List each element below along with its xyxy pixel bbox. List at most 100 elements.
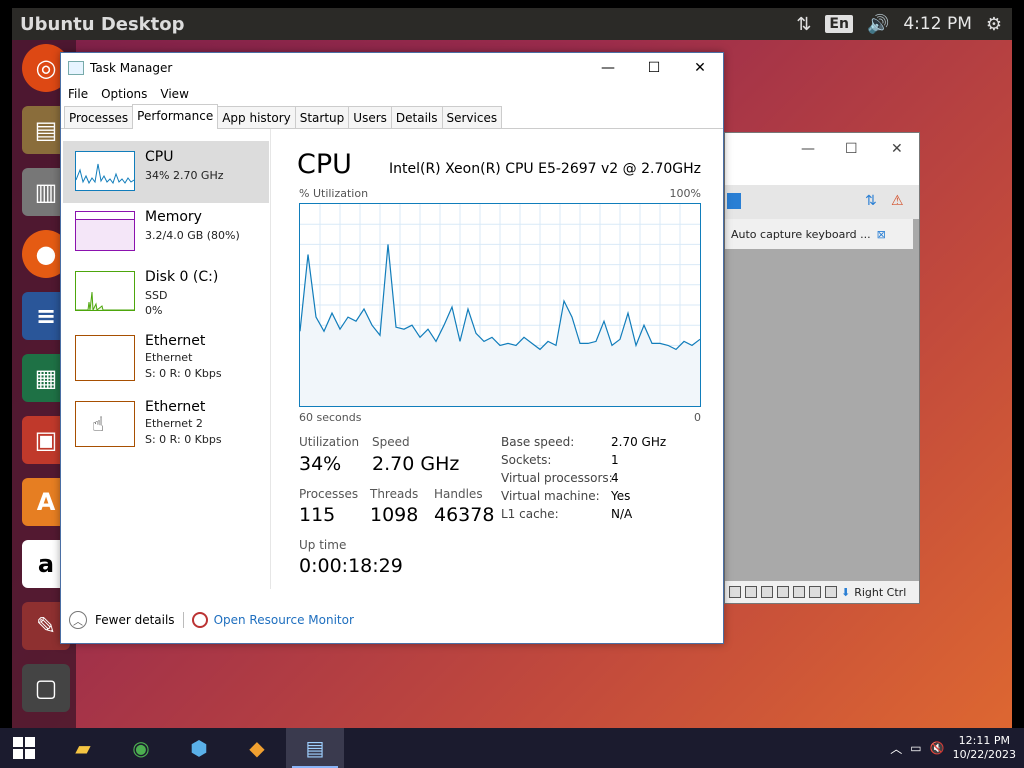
task-manager-footer: ︿ Fewer details Open Resource Monitor bbox=[61, 597, 723, 643]
resource-name-memory: Memory bbox=[145, 209, 202, 225]
l1-cache-value: N/A bbox=[611, 507, 633, 521]
windows-taskbar: ▰ ◉ ⬢ ◆ ▤ ︿ ▭ 🔇 12:11 PM 10/22/2023 bbox=[0, 728, 1024, 768]
ethernet-mini-graph bbox=[75, 335, 135, 381]
l1-cache-label: L1 cache: bbox=[501, 507, 559, 521]
virtual-machine-label: Virtual machine: bbox=[501, 489, 600, 503]
speed-label: Speed bbox=[372, 435, 410, 449]
menu-options[interactable]: Options bbox=[101, 87, 147, 101]
fewer-details-link[interactable]: Fewer details bbox=[95, 613, 175, 627]
tray-overflow-icon[interactable]: ︿ bbox=[890, 740, 902, 757]
vbox-host-key-icon: ⬇ bbox=[841, 585, 851, 599]
virtualbox-window[interactable]: — ☐ ✕ ⇅ ⚠ Auto capture keyboard ... ⊠ ⬇ … bbox=[724, 132, 920, 604]
resource-sub-disk-type: SSD bbox=[145, 289, 168, 302]
tab-startup[interactable]: Startup bbox=[294, 106, 350, 128]
virtualbox-icon[interactable]: ⬢ bbox=[170, 728, 228, 768]
app-64-icon[interactable]: ◆ bbox=[228, 728, 286, 768]
maximize-button[interactable]: ☐ bbox=[631, 53, 677, 83]
resource-sub-ethernet-2-rate: S: 0 R: 0 Kbps bbox=[145, 433, 222, 446]
resource-item-ethernet[interactable]: Ethernet Ethernet S: 0 R: 0 Kbps bbox=[63, 327, 269, 389]
vbox-toolbar: ⇅ ⚠ bbox=[725, 185, 919, 219]
resource-monitor-icon[interactable] bbox=[191, 612, 208, 628]
tab-details[interactable]: Details bbox=[390, 106, 443, 128]
vbox-recording-icon[interactable] bbox=[825, 586, 837, 598]
base-speed-value: 2.70 GHz bbox=[611, 435, 667, 449]
vbox-notification-text: Auto capture keyboard ... bbox=[731, 227, 871, 241]
file-explorer-icon[interactable]: ▰ bbox=[54, 728, 112, 768]
resource-sub-memory: 3.2/4.0 GB (80%) bbox=[145, 229, 240, 242]
network-arrows-icon[interactable]: ⇅ bbox=[796, 14, 811, 35]
utilization-label: Utilization bbox=[299, 435, 360, 449]
utilization-max-label: 100% bbox=[669, 187, 701, 200]
resource-sub-cpu: 34% 2.70 GHz bbox=[145, 169, 224, 182]
tab-users[interactable]: Users bbox=[348, 106, 392, 128]
uptime-value: 0:00:18:29 bbox=[299, 555, 403, 577]
taskbar-date: 10/22/2023 bbox=[952, 748, 1016, 761]
settings-gear-icon[interactable]: ⚙ bbox=[986, 14, 1002, 35]
task-manager-window[interactable]: Task Manager — ☐ ✕ File Options View Pro… bbox=[60, 52, 724, 644]
footer-divider bbox=[182, 612, 184, 628]
virtual-processors-label: Virtual processors: bbox=[501, 471, 613, 485]
resource-item-memory[interactable]: Memory 3.2/4.0 GB (80%) bbox=[63, 201, 269, 263]
cpu-utilization-graph bbox=[299, 203, 701, 407]
tab-processes[interactable]: Processes bbox=[64, 106, 134, 128]
resource-item-ethernet-2[interactable]: ☝ Ethernet Ethernet 2 S: 0 R: 0 Kbps bbox=[63, 393, 269, 455]
ubuntu-top-panel: Ubuntu Desktop ⇅ En 🔊 4:12 PM ⚙ bbox=[12, 8, 1012, 40]
sockets-label: Sockets: bbox=[501, 453, 552, 467]
language-indicator[interactable]: En bbox=[825, 15, 853, 33]
minimize-button[interactable]: — bbox=[585, 53, 631, 83]
threads-value: 1098 bbox=[370, 504, 419, 526]
taskbar-clock[interactable]: 12:11 PM 10/22/2023 bbox=[953, 734, 1016, 762]
resource-sub-ethernet-2-adapter: Ethernet 2 bbox=[145, 417, 203, 430]
vbox-notification-dismiss-icon[interactable]: ⊠ bbox=[877, 228, 886, 241]
vbox-close-button[interactable]: ✕ bbox=[891, 141, 903, 157]
task-manager-titlebar[interactable]: Task Manager — ☐ ✕ bbox=[61, 53, 723, 83]
start-button[interactable] bbox=[0, 728, 48, 768]
speed-value: 2.70 GHz bbox=[372, 453, 460, 475]
vbox-info-icon[interactable] bbox=[727, 193, 741, 209]
vbox-display-icon[interactable] bbox=[809, 586, 821, 598]
vbox-maximize-button[interactable]: ☐ bbox=[845, 141, 858, 157]
resource-item-cpu[interactable]: CPU 34% 2.70 GHz bbox=[63, 141, 269, 203]
tray-volume-muted-icon[interactable]: 🔇 bbox=[930, 741, 945, 755]
tab-performance[interactable]: Performance bbox=[132, 104, 219, 129]
resource-sub-ethernet-adapter: Ethernet bbox=[145, 351, 193, 364]
vbox-storage-icon[interactable] bbox=[729, 586, 741, 598]
vbox-minimize-button[interactable]: — bbox=[801, 141, 815, 157]
processes-value: 115 bbox=[299, 504, 336, 526]
disk-mini-graph bbox=[75, 271, 135, 312]
resource-sub-ethernet-rate: S: 0 R: 0 Kbps bbox=[145, 367, 222, 380]
cpu-heading: CPU bbox=[297, 149, 352, 180]
vbox-network-icon[interactable] bbox=[761, 586, 773, 598]
close-button[interactable]: ✕ bbox=[677, 53, 723, 83]
vbox-warning-icon[interactable]: ⚠ bbox=[891, 193, 904, 209]
tab-services[interactable]: Services bbox=[441, 106, 503, 128]
time-range-label: 60 seconds bbox=[299, 411, 362, 424]
desktop-title: Ubuntu Desktop bbox=[20, 13, 185, 35]
vbox-optical-icon[interactable] bbox=[745, 586, 757, 598]
vbox-notification: Auto capture keyboard ... ⊠ bbox=[725, 219, 913, 249]
trash-icon[interactable]: ▢ bbox=[22, 664, 70, 712]
resource-item-disk[interactable]: Disk 0 (C:) SSD 0% bbox=[63, 261, 269, 323]
volume-icon[interactable]: 🔊 bbox=[867, 14, 889, 35]
task-manager-taskbar-icon[interactable]: ▤ bbox=[286, 728, 344, 768]
top-panel-clock[interactable]: 4:12 PM bbox=[903, 14, 972, 34]
open-resource-monitor-link[interactable]: Open Resource Monitor bbox=[214, 613, 354, 627]
menu-view[interactable]: View bbox=[160, 87, 188, 101]
uptime-label: Up time bbox=[299, 538, 347, 552]
menu-file[interactable]: File bbox=[68, 87, 88, 101]
resource-name-cpu: CPU bbox=[145, 149, 174, 165]
memory-mini-graph bbox=[75, 211, 135, 251]
vbox-toggle-icon[interactable]: ⇅ bbox=[865, 193, 877, 209]
virtual-machine-value: Yes bbox=[611, 489, 631, 503]
vbox-usb-icon[interactable] bbox=[777, 586, 789, 598]
windows-logo-icon bbox=[13, 737, 35, 759]
chevron-up-icon[interactable]: ︿ bbox=[69, 611, 87, 629]
vbox-shared-folder-icon[interactable] bbox=[793, 586, 805, 598]
tab-app-history[interactable]: App history bbox=[217, 106, 296, 128]
sockets-value: 1 bbox=[611, 453, 619, 467]
tray-network-icon[interactable]: ▭ bbox=[910, 741, 921, 755]
threads-label: Threads bbox=[370, 487, 419, 501]
chrome-icon[interactable]: ◉ bbox=[112, 728, 170, 768]
taskbar-time: 12:11 PM bbox=[958, 734, 1010, 747]
resource-name-ethernet: Ethernet bbox=[145, 333, 206, 349]
